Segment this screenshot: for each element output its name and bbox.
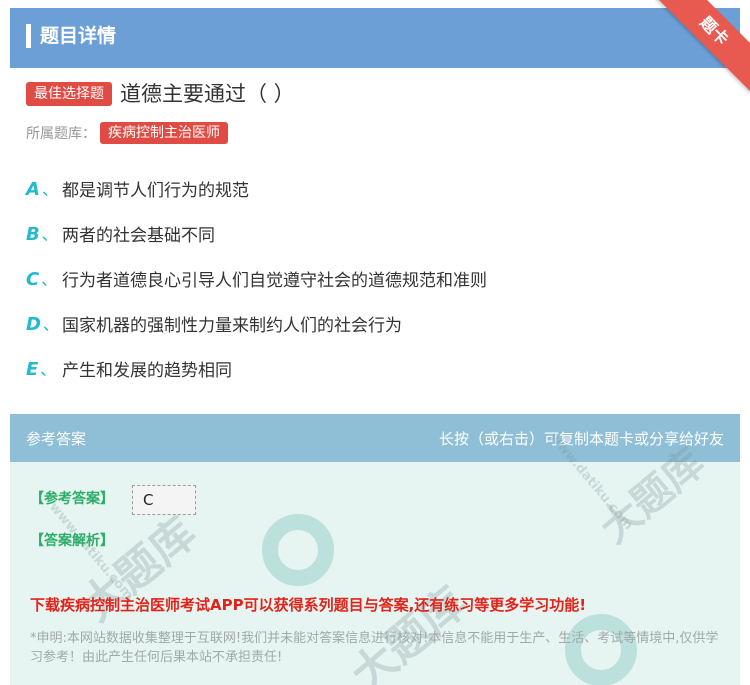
page-title: 题目详情 [40,25,117,47]
bank-label: 所属题库： [26,126,96,142]
header-accent-bar [26,24,31,48]
watermark-text: 大题库 [341,577,476,685]
option-letter: B、 [26,224,58,245]
answer-title: 参考答案 [26,430,87,448]
disclaimer-text: *申明:本网站数据收集整理于互联网!我们并未能对答案信息进行核对!本信息不能用于… [30,631,719,665]
option-text: 产生和发展的趋势相同 [62,360,232,381]
question-row: 最佳选择题 道德主要通过（ ） [26,80,295,108]
option-letter: E、 [26,359,57,380]
option-letter: D、 [26,314,59,335]
watermark-logo-icon [262,514,334,586]
option-a[interactable]: A、 都是调节人们行为的规范 [26,174,249,202]
option-text: 国家机器的强制性力量来制约人们的社会行为 [62,315,402,336]
option-d[interactable]: D、 国家机器的强制性力量来制约人们的社会行为 [26,309,402,337]
question-type-badge: 最佳选择题 [26,82,112,106]
option-text: 都是调节人们行为的规范 [62,180,249,201]
analysis-label: 【答案解析】 [30,533,114,549]
option-b[interactable]: B、 两者的社会基础不同 [26,219,215,247]
option-letter: A、 [26,179,58,200]
corner-ribbon[interactable]: 题卡 [655,0,750,95]
option-c[interactable]: C、 行为者道德良心引导人们自觉遵守社会的道德规范和准则 [26,264,487,292]
option-text: 行为者道德良心引导人们自觉遵守社会的道德规范和准则 [62,270,487,291]
question-bank-row: 所属题库： 疾病控制主治医师 [26,121,228,145]
option-letter: C、 [26,269,58,290]
answer-image: C [132,485,196,515]
option-e[interactable]: E、 产生和发展的趋势相同 [26,354,232,382]
answer-header: 参考答案 长按（或右击）可复制本题卡或分享给好友 [10,414,740,462]
bank-name-link[interactable]: 疾病控制主治医师 [100,122,228,144]
answer-section: 参考答案 长按（或右击）可复制本题卡或分享给好友 大题库 大题库 大题库 www… [10,414,740,685]
app-download-link[interactable]: 下载疾病控制主治医师考试APP可以获得系列题目与答案,还有练习等更多学习功能! [30,594,586,615]
answer-label: 【参考答案】 [30,491,114,507]
question-card-ribbon[interactable]: 题卡 [655,0,750,93]
header-bar: 题目详情 [10,8,740,68]
question-text: 道德主要通过（ ） [120,82,295,106]
option-text: 两者的社会基础不同 [62,225,215,246]
